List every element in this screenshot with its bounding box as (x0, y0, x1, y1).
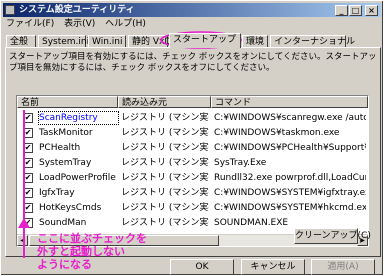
tab-static-vxd[interactable]: 静的 VxD (128, 35, 171, 47)
startup-checkbox[interactable]: ✔ (23, 113, 33, 123)
annotation-line-2: 外すと起動しない (37, 245, 125, 258)
list-item-command: C:¥WINDOWS¥SYSTEM¥igfxtray.exe (214, 188, 366, 198)
cancel-button[interactable]: キャンセル (241, 259, 305, 275)
startup-checkbox[interactable]: ✔ (23, 128, 33, 138)
list-item-source: レジストリ (マシン実行) (121, 128, 209, 138)
ok-button[interactable]: OK (170, 259, 234, 275)
list-item-command: C:¥WINDOWS¥PCHealth¥Support¥PCHSchd.exe (214, 143, 366, 153)
startup-checkbox[interactable]: ✔ (23, 188, 33, 198)
tab-system-ini[interactable]: System.ini (38, 35, 89, 47)
list-item-name: SystemTray (39, 158, 92, 168)
tab-environment[interactable]: 環境 (242, 35, 268, 47)
maximize-button[interactable]: □ (349, 5, 362, 16)
startup-checkbox[interactable]: ✔ (23, 173, 33, 183)
startup-list[interactable]: 名前 読み込み元 コマンド ✔ScanRegistryレジストリ (マシン実行)… (16, 95, 369, 247)
annotation-text: ここに並ぶチェックを 外すと起動しない ようになる (37, 232, 147, 271)
startup-checkbox[interactable]: ✔ (23, 203, 33, 213)
tab-strip: 全般 System.ini Win.ini 静的 VxD スタートアップ 環境 … (5, 33, 381, 48)
column-header-command[interactable]: コマンド (211, 96, 368, 108)
startup-panel: スタートアップ項目を有効にするには、チェック ボックスをオンにしてください。スタ… (5, 47, 381, 257)
list-item[interactable]: ✔ SystemTray レジストリ (マシン実行) SysTray.Exe (17, 157, 368, 169)
list-item[interactable]: ✔ ScanRegistryレジストリ (マシン実行) C:¥WINDOWS¥sca… (17, 111, 368, 125)
annotation-line-1: ここに並ぶチェックを (37, 232, 147, 245)
annotation-line-3: ようになる (37, 258, 92, 271)
title-bar: システム設定ユーティリティ _ □ × (3, 3, 381, 17)
tab-general[interactable]: 全般 (6, 35, 36, 47)
list-item[interactable]: ✔ PCHealth レジストリ (マシン実行) C:¥WINDOWS¥PCHealt… (17, 142, 368, 154)
list-item-name: TaskMonitor (39, 128, 93, 138)
list-item-name: IgfxTray (39, 188, 75, 198)
list-item-command: C:¥WINDOWS¥taskmon.exe (214, 128, 340, 138)
startup-description: スタートアップ項目を有効にするには、チェック ボックスをオンにしてください。スタ… (9, 52, 377, 73)
startup-checkbox[interactable]: ✔ (23, 218, 33, 228)
list-item-source: レジストリ (マシン実行) (121, 188, 209, 198)
list-item-command: C:¥WINDOWS¥scanregw.exe /autorun (214, 113, 366, 123)
list-item[interactable]: ✔ IgfxTray レジストリ (マシン実行) C:¥WINDOWS¥SYSTEM¥… (17, 187, 368, 199)
list-item-source: レジストリ (マシン実行) (121, 218, 209, 228)
list-item[interactable]: ✔ LoadPowerProfile レジストリ (マシン実行) Rundll32.e… (17, 172, 368, 184)
startup-checkbox[interactable]: ✔ (23, 143, 33, 153)
close-button[interactable]: × (365, 5, 378, 16)
menu-help[interactable]: ヘルプ(H) (105, 19, 146, 29)
column-header-source[interactable]: 読み込み元 (118, 96, 211, 108)
minimize-button[interactable]: _ (335, 5, 348, 16)
tab-win-ini[interactable]: Win.ini (88, 35, 126, 47)
list-item-command: Rundll32.exe powrprof.dll,LoadCurrentPwr… (214, 173, 366, 183)
menu-bar: ファイル(F) 表示(V) ヘルプ(H) (3, 18, 150, 30)
startup-checkbox[interactable]: ✔ (23, 158, 33, 168)
scroll-left-icon[interactable]: ◀ (17, 235, 28, 246)
menu-file[interactable]: ファイル(F) (6, 19, 54, 29)
tab-international[interactable]: インターナショナル (270, 35, 355, 47)
list-item[interactable]: ✔ HotKeysCmds レジストリ (マシン実行) C:¥WINDOWS¥SYST… (17, 202, 368, 214)
window-title: システム設定ユーティリティ (19, 5, 135, 15)
list-item-name: HotKeysCmds (39, 203, 102, 213)
list-item-name: PCHealth (39, 143, 81, 153)
list-item-name: LoadPowerProfile (39, 173, 116, 183)
list-item-command: C:¥WINDOWS¥SYSTEM¥hkcmd.exe (214, 203, 366, 213)
list-item-source: レジストリ (マシン実行) (121, 143, 209, 153)
apply-button[interactable]: 適用(A) (311, 259, 375, 275)
menu-view[interactable]: 表示(V) (64, 19, 95, 29)
list-item-name: SoundMan (39, 218, 87, 228)
list-item-source: レジストリ (マシン実行) (121, 158, 209, 168)
list-item-source: レジストリ (マシン実行) (121, 173, 209, 183)
list-item-source: レジストリ (マシン実行) (121, 113, 209, 123)
app-icon (5, 5, 15, 15)
list-item-name: ScanRegistry (38, 111, 119, 125)
tab-startup[interactable]: スタートアップ (169, 33, 241, 48)
cleanup-button[interactable]: クリーンアップ(C) (294, 228, 371, 244)
list-item-source: レジストリ (マシン実行) (121, 203, 209, 213)
list-item[interactable]: ✔ TaskMonitor レジストリ (マシン実行) C:¥WINDOWS¥task… (17, 127, 368, 139)
list-item-command: SysTray.Exe (214, 158, 267, 168)
column-header-name[interactable]: 名前 (17, 96, 118, 108)
